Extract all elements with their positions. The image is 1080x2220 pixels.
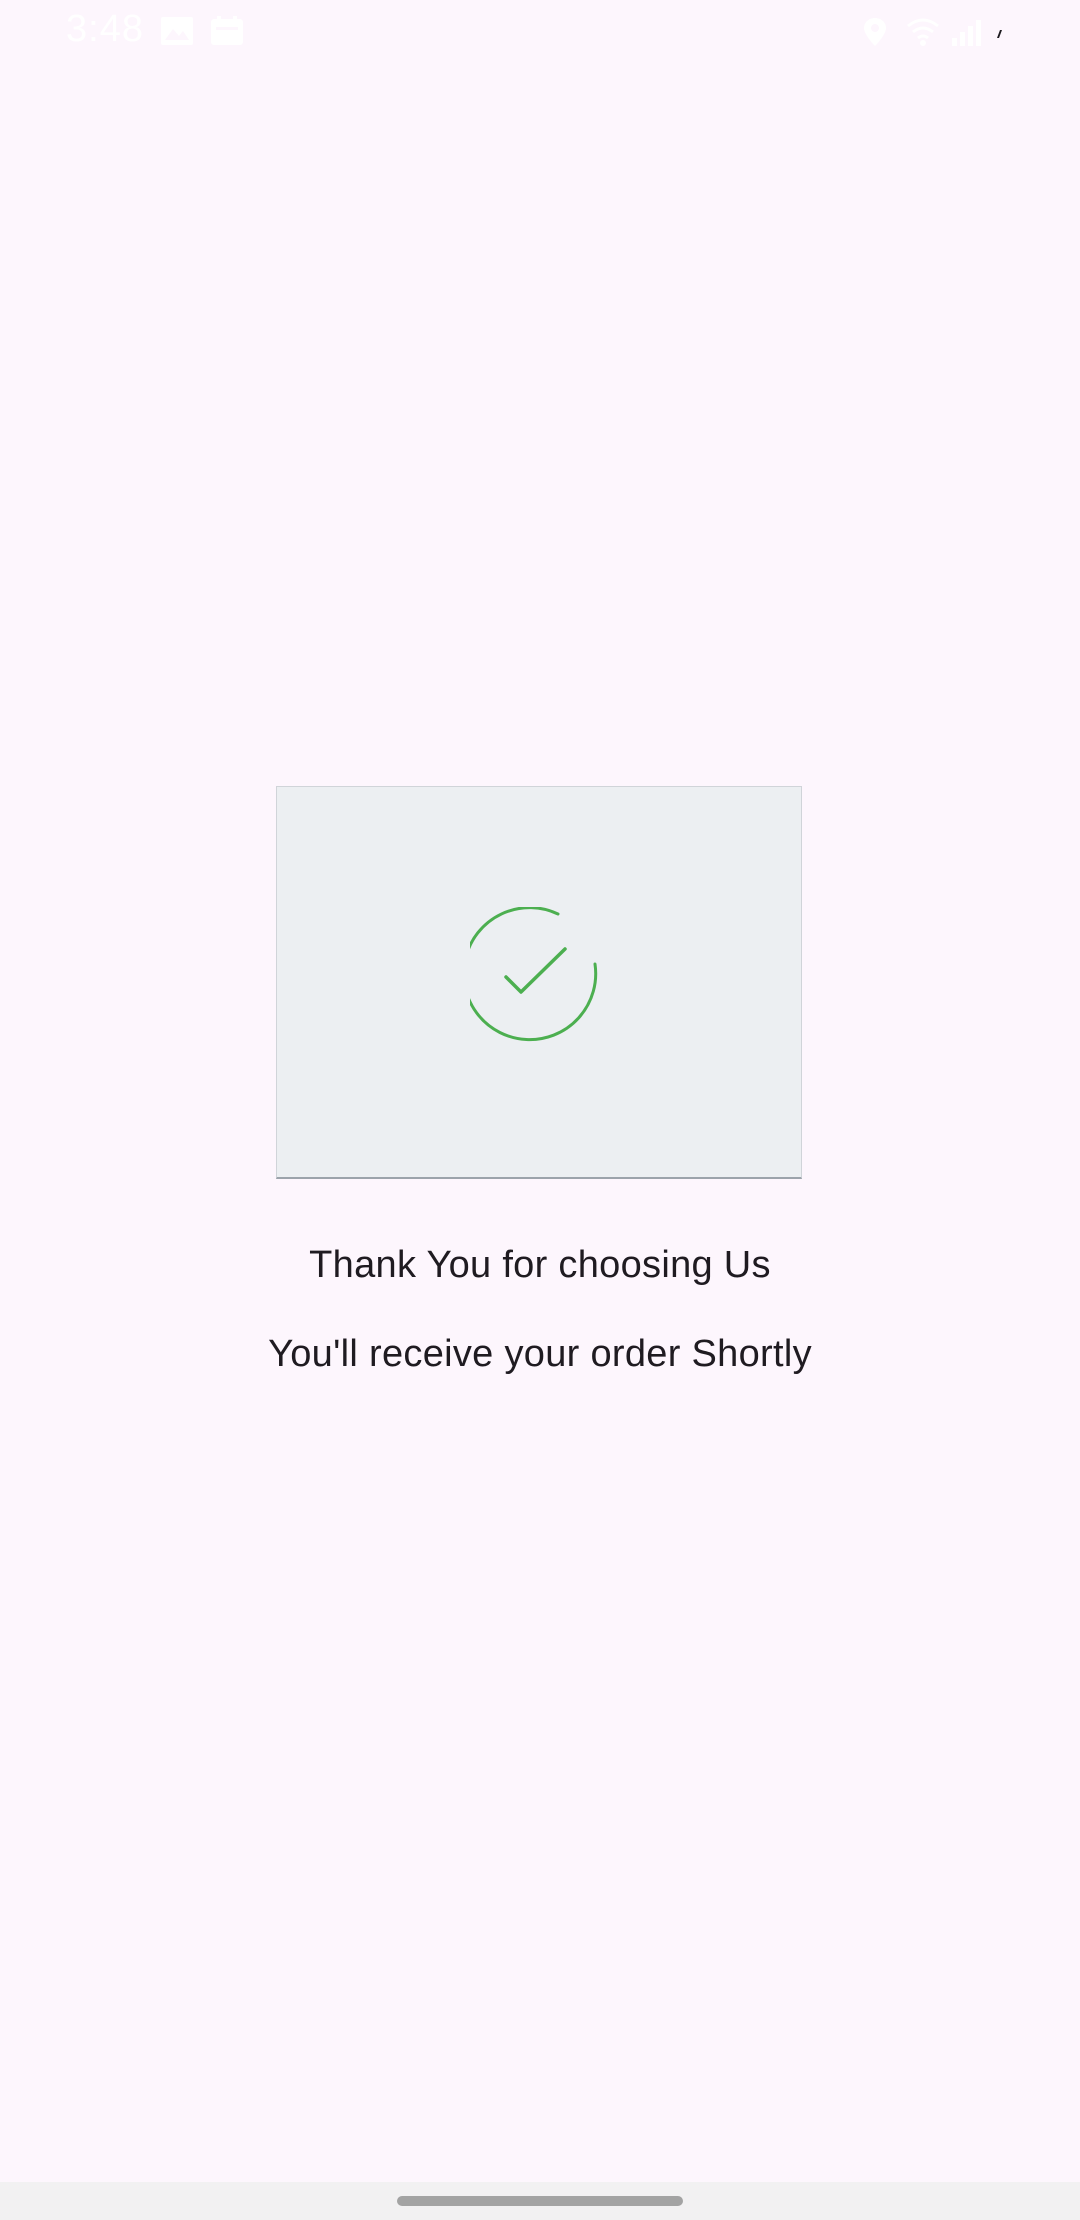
success-image	[276, 786, 802, 1179]
calendar-icon	[210, 16, 244, 46]
status-time: 3:48	[66, 8, 144, 50]
location-icon	[858, 16, 892, 48]
wifi-icon	[906, 16, 940, 48]
battery-icon	[992, 16, 1026, 48]
navigation-bar	[0, 2182, 1080, 2220]
thank-you-text: Thank You for choosing Us	[309, 1244, 771, 1286]
check-circle-icon	[462, 906, 610, 1047]
order-shortly-text: You'll receive your order Shortly	[268, 1333, 812, 1375]
signal-icon	[950, 16, 984, 48]
main-content: Thank You for choosing Us You'll receive…	[0, 64, 1080, 2182]
status-bar: 3:48	[0, 0, 1080, 64]
image-icon	[160, 16, 194, 46]
home-indicator[interactable]	[397, 2196, 683, 2206]
